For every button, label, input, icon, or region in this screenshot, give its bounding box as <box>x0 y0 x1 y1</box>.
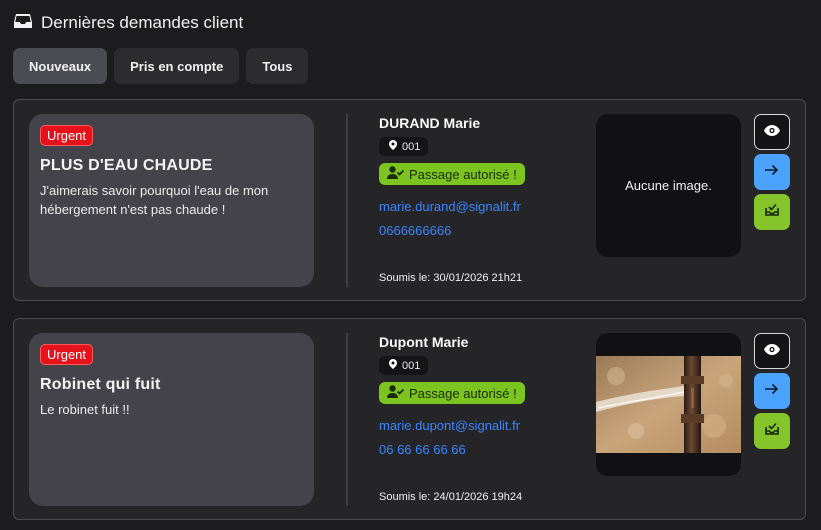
authorization-label: Passage autorisé ! <box>409 385 517 401</box>
arrow-right-icon <box>765 163 779 181</box>
user-check-icon <box>387 385 405 401</box>
request-description: J'aimerais savoir pourquoi l'eau de mon … <box>40 183 269 217</box>
open-request-button[interactable] <box>754 373 790 409</box>
take-in-charge-button[interactable] <box>754 413 790 449</box>
authorization-badge: Passage autorisé ! <box>379 382 525 404</box>
page-header: Dernières demandes client <box>14 10 243 36</box>
tab-nouveaux[interactable]: Nouveaux <box>13 48 108 84</box>
arrow-right-icon <box>765 382 779 400</box>
inbox-check-icon <box>765 422 779 440</box>
no-image-label: Aucune image. <box>625 178 712 193</box>
user-check-icon <box>387 166 405 182</box>
tab-tous[interactable]: Tous <box>246 48 309 84</box>
client-info: DURAND Marie 001 Passage autorisé ! mari… <box>379 115 579 238</box>
client-email-link[interactable]: marie.dupont@signalit.fr <box>379 418 579 433</box>
client-phone-link[interactable]: 0666666666 <box>379 223 579 238</box>
inbox-icon <box>14 13 32 34</box>
card-actions <box>754 114 790 230</box>
request-card: Urgent Robinet qui fuit Le robinet fuit … <box>13 318 806 520</box>
unit-number: 001 <box>402 140 421 153</box>
submitted-date: Soumis le: 24/01/2026 19h24 <box>379 491 523 503</box>
client-email-link[interactable]: marie.durand@signalit.fr <box>379 199 579 214</box>
card-actions <box>754 333 790 449</box>
client-phone-link[interactable]: 06 66 66 66 66 <box>379 442 579 457</box>
urgent-badge: Urgent <box>40 344 94 365</box>
eye-icon <box>764 123 780 141</box>
inbox-check-icon <box>765 203 779 221</box>
client-name: Dupont Marie <box>379 334 469 350</box>
authorization-badge: Passage autorisé ! <box>379 163 525 185</box>
request-description-box: Urgent Robinet qui fuit Le robinet fuit … <box>29 333 314 506</box>
request-description: Le robinet fuit !! <box>40 402 130 417</box>
view-button[interactable] <box>754 114 790 150</box>
divider <box>346 333 348 506</box>
eye-icon <box>764 342 780 360</box>
location-pin-icon <box>389 140 397 153</box>
unit-chip: 001 <box>379 137 429 156</box>
request-image-box: Aucune image. <box>596 114 741 257</box>
page-title: Dernières demandes client <box>41 13 244 32</box>
request-description-box: Urgent PLUS D'EAU CHAUDE J'aimerais savo… <box>29 114 314 287</box>
unit-chip: 001 <box>379 356 429 375</box>
request-image-box <box>596 333 741 476</box>
client-name: DURAND Marie <box>379 115 481 131</box>
filter-tabs: Nouveaux Pris en compte Tous <box>13 48 309 84</box>
request-title: PLUS D'EAU CHAUDE <box>40 157 213 174</box>
unit-number: 001 <box>402 359 421 372</box>
location-pin-icon <box>389 359 397 372</box>
view-button[interactable] <box>754 333 790 369</box>
client-info: Dupont Marie 001 Passage autorisé ! mari… <box>379 334 579 457</box>
open-request-button[interactable] <box>754 154 790 190</box>
tab-pris-en-compte[interactable]: Pris en compte <box>114 48 240 84</box>
leaking-pipe-photo <box>596 356 741 453</box>
request-title: Robinet qui fuit <box>40 376 161 393</box>
submitted-date: Soumis le: 30/01/2026 21h21 <box>379 272 523 284</box>
urgent-badge: Urgent <box>40 125 94 146</box>
take-in-charge-button[interactable] <box>754 194 790 230</box>
divider <box>346 114 348 287</box>
request-card: Urgent PLUS D'EAU CHAUDE J'aimerais savo… <box>13 99 806 301</box>
authorization-label: Passage autorisé ! <box>409 166 517 182</box>
